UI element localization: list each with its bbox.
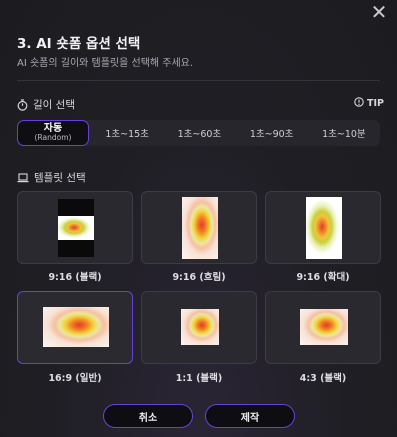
template-card-9-16-blur[interactable] (141, 191, 257, 264)
template-card-1-1-black[interactable] (141, 291, 257, 364)
template-thumbnail (43, 307, 109, 347)
ai-shortform-options-dialog: ✕ 3. AI 숏폼 옵션 선택 AI 숏폼의 길이와 템플릿을 선택해 주세요… (0, 0, 397, 437)
template-card-label: 4:3 (블랙) (299, 373, 347, 384)
length-option-auto[interactable]: 자동 (Random) (17, 120, 89, 146)
template-thumbnail (306, 197, 342, 259)
template-label-text: 템플릿 선택 (34, 172, 86, 184)
template-card-9-16-black[interactable] (17, 191, 133, 264)
template-card-label: 1:1 (블랙) (175, 373, 223, 384)
length-option-60s[interactable]: 1초~60초 (163, 120, 235, 146)
template-card-label: 9:16 (확대) (296, 272, 350, 283)
template-card-label: 9:16 (블랙) (48, 272, 102, 283)
cancel-button[interactable]: 취소 (103, 404, 193, 428)
template-card-9-16-zoom[interactable] (265, 191, 381, 264)
template-thumbnail (300, 309, 348, 345)
length-option-90s[interactable]: 1초~90초 (236, 120, 308, 146)
info-icon (354, 97, 364, 110)
template-card-4-3-black[interactable] (265, 291, 381, 364)
stopwatch-icon (17, 98, 28, 111)
length-label-text: 길이 선택 (33, 99, 75, 111)
template-thumbnail (182, 197, 218, 259)
template-section-label: 템플릿 선택 (17, 170, 86, 185)
template-thumbnail (181, 309, 219, 345)
dialog-title: 3. AI 숏폼 옵션 선택 (17, 36, 141, 52)
dialog-subtitle: AI 숏폼의 길이와 템플릿을 선택해 주세요. (17, 58, 194, 69)
length-option-10m[interactable]: 1초~10분 (308, 120, 380, 146)
length-selector: 자동 (Random) 1초~15초 1초~60초 1초~90초 1초~10분 (17, 120, 380, 146)
tip-button[interactable]: TIP (354, 97, 384, 110)
template-card-label: 9:16 (흐림) (172, 272, 226, 283)
length-section-label: 길이 선택 (17, 97, 75, 112)
laptop-icon (17, 172, 29, 183)
length-option-sub: (Random) (34, 133, 72, 143)
create-button[interactable]: 제작 (205, 404, 295, 428)
divider (17, 80, 380, 81)
template-card-label: 16:9 (일반) (48, 373, 102, 384)
tip-label: TIP (367, 98, 384, 109)
template-thumbnail (58, 199, 94, 257)
close-icon[interactable]: ✕ (368, 2, 390, 24)
template-card-16-9-normal[interactable] (17, 291, 133, 364)
length-option-15s[interactable]: 1초~15초 (91, 120, 163, 146)
